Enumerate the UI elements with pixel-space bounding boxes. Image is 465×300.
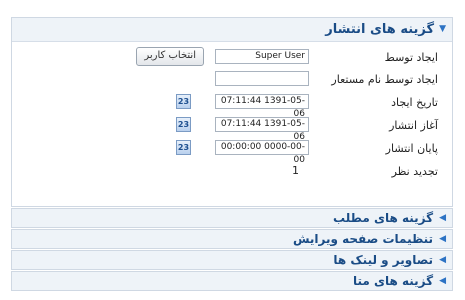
edit-screen-settings-title: تنظیمات صفحه ویرایش xyxy=(292,231,434,246)
publish-up-field[interactable]: 07:11:44 1391-05-06 xyxy=(215,117,309,142)
meta-options-section[interactable]: ◀ گزینه های متا xyxy=(11,271,453,291)
created-by-label: ایجاد توسط xyxy=(384,51,438,64)
created-by-alias-field[interactable] xyxy=(215,71,309,86)
publish-up-label: آغاز انتشار xyxy=(389,119,438,132)
triangle-left-icon: ◀ xyxy=(439,254,446,265)
triangle-left-icon: ◀ xyxy=(439,212,446,223)
revision-row: تجدید نظر 1 xyxy=(12,163,452,181)
created-by-row: ایجاد توسط Super User انتخاب کاربر xyxy=(12,47,452,67)
triangle-down-icon: ▼ xyxy=(439,24,446,34)
publishing-options-panel: ▼ گزینه های انتشار ایجاد توسط Super User… xyxy=(11,17,453,207)
publishing-options-header[interactable]: ▼ گزینه های انتشار xyxy=(12,18,452,42)
created-date-field[interactable]: 07:11:44 1391-05-06 xyxy=(215,94,309,119)
select-user-button[interactable]: انتخاب کاربر xyxy=(136,47,204,66)
calendar-icon[interactable]: 23 xyxy=(176,117,191,132)
revision-value: 1 xyxy=(292,164,299,177)
publish-down-label: پایان انتشار xyxy=(385,142,438,155)
publish-up-row: آغاز انتشار 07:11:44 1391-05-06 23 xyxy=(12,117,452,142)
publish-down-field[interactable]: 00:00:00 0000-00-00 xyxy=(215,140,309,165)
meta-options-title: گزینه های متا xyxy=(352,273,434,288)
created-by-alias-label: ایجاد توسط نام مستعار xyxy=(331,73,438,86)
triangle-left-icon: ◀ xyxy=(439,233,446,244)
created-by-alias-row: ایجاد توسط نام مستعار xyxy=(12,71,452,89)
calendar-icon[interactable]: 23 xyxy=(176,94,191,109)
triangle-left-icon: ◀ xyxy=(439,275,446,286)
article-options-section[interactable]: ◀ گزینه های مطلب xyxy=(11,208,453,228)
edit-screen-settings-section[interactable]: ◀ تنظیمات صفحه ویرایش xyxy=(11,229,453,249)
revision-label: تجدید نظر xyxy=(391,165,438,178)
created-date-label: تاریخ ایجاد xyxy=(391,96,438,109)
images-links-section[interactable]: ◀ تصاویر و لینک ها xyxy=(11,250,453,270)
calendar-icon[interactable]: 23 xyxy=(176,140,191,155)
publish-down-row: پایان انتشار 00:00:00 0000-00-00 23 xyxy=(12,140,452,165)
created-by-field[interactable]: Super User xyxy=(215,49,309,64)
images-links-title: تصاویر و لینک ها xyxy=(333,252,434,267)
publishing-options-title: گزینه های انتشار xyxy=(325,22,435,37)
article-options-title: گزینه های مطلب xyxy=(333,210,434,225)
created-date-row: تاریخ ایجاد 07:11:44 1391-05-06 23 xyxy=(12,94,452,119)
